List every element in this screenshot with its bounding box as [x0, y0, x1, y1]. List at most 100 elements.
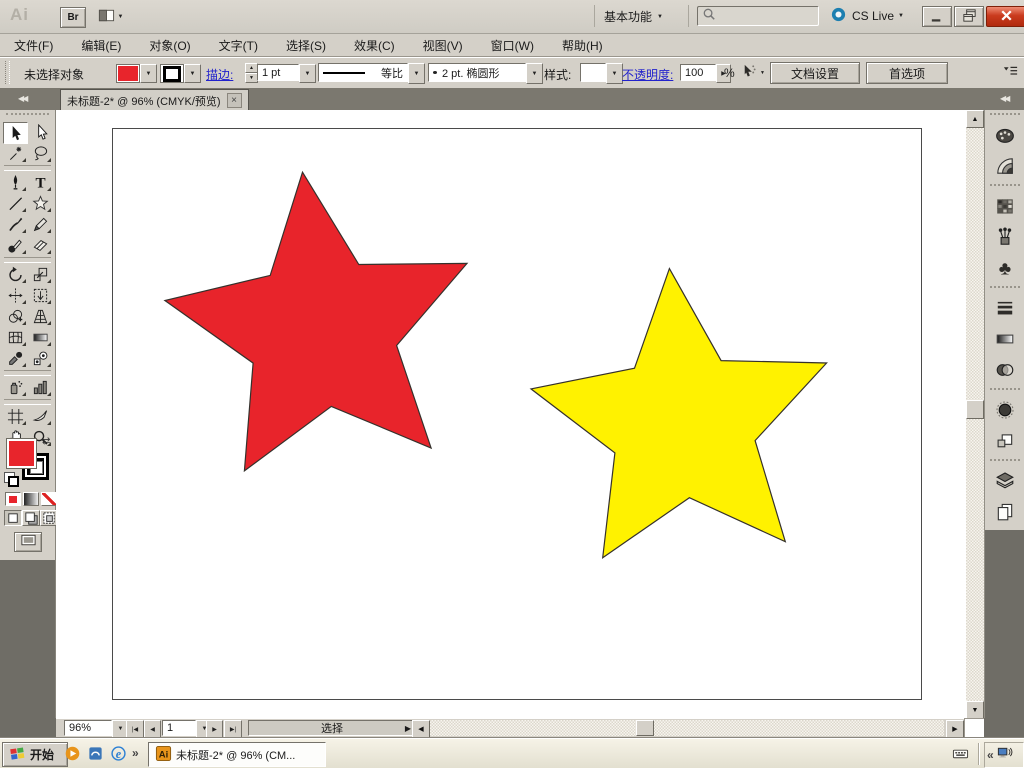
line-segment-tool[interactable]	[4, 193, 27, 213]
vertical-scroll-thumb[interactable]	[966, 400, 984, 419]
color-panel-button[interactable]	[990, 120, 1020, 150]
gradient-mode-button[interactable]	[23, 492, 39, 506]
select-similar-icon[interactable]	[740, 63, 757, 83]
toolbox-gripper[interactable]	[6, 113, 49, 118]
menu-item-3[interactable]: 文字(T)	[205, 34, 272, 56]
last-artboard-button[interactable]: ▶|	[224, 720, 242, 738]
pen-tool[interactable]	[4, 172, 27, 192]
start-button[interactable]: 开始	[2, 742, 68, 767]
toolbox-collapse-icon[interactable]: ◀◀	[18, 94, 28, 103]
lasso-tool[interactable]	[29, 143, 52, 163]
internet-explorer-icon[interactable]: e	[110, 745, 127, 765]
width-tool[interactable]	[4, 285, 27, 305]
swatches-panel-button[interactable]	[990, 191, 1020, 221]
artboard-tool[interactable]	[4, 406, 27, 426]
artboard-number-field[interactable]: 1	[162, 720, 196, 736]
dock-collapse-icon[interactable]: ◀◀	[1000, 94, 1010, 103]
fill-color-dropdown[interactable]: ▼	[140, 64, 157, 83]
input-method-icon[interactable]	[952, 745, 969, 765]
symbol-sprayer-tool[interactable]	[4, 377, 27, 397]
menu-item-0[interactable]: 文件(F)	[0, 34, 67, 56]
menu-item-5[interactable]: 效果(C)	[340, 34, 409, 56]
stroke-profile-field[interactable]: 等比	[318, 63, 408, 82]
free-transform-tool[interactable]	[29, 285, 52, 305]
menu-item-4[interactable]: 选择(S)	[272, 34, 340, 56]
pencil-tool[interactable]	[29, 214, 52, 234]
horizontal-scrollbar[interactable]	[430, 720, 944, 736]
horizontal-scroll-thumb[interactable]	[636, 720, 654, 736]
yellow-star[interactable]	[529, 267, 828, 559]
zoom-level-field[interactable]: 96%	[64, 720, 112, 736]
paintbrush-tool[interactable]	[4, 214, 27, 234]
menu-item-2[interactable]: 对象(O)	[135, 34, 204, 56]
shape-builder-tool[interactable]	[4, 306, 27, 326]
bridge-button[interactable]: Br	[60, 7, 86, 28]
arrange-documents-button[interactable]: ▼	[92, 7, 132, 26]
draw-behind-button[interactable]	[22, 510, 40, 526]
magic-wand-tool[interactable]	[4, 143, 27, 163]
menu-item-8[interactable]: 帮助(H)	[548, 34, 617, 56]
color-mode-button[interactable]	[5, 492, 21, 506]
search-input[interactable]	[718, 9, 812, 23]
menu-item-1[interactable]: 编辑(E)	[67, 34, 135, 56]
stroke-width-dropdown[interactable]: ▼	[299, 64, 316, 83]
close-button[interactable]	[986, 6, 1024, 27]
color-guide-panel-button[interactable]	[990, 151, 1020, 181]
fill-color-swatch[interactable]	[116, 64, 140, 83]
stroke-color-dropdown[interactable]: ▼	[184, 64, 201, 83]
star-tool[interactable]	[29, 193, 52, 213]
style-dropdown[interactable]: ▼	[606, 63, 623, 84]
gradient-panel-button[interactable]	[990, 324, 1020, 354]
graphic-styles-panel-button[interactable]	[990, 426, 1020, 456]
panel-gripper[interactable]	[5, 61, 10, 84]
document-setup-button[interactable]: 文档设置	[770, 62, 860, 84]
screen-mode-button[interactable]	[14, 532, 42, 552]
document-tab-close-icon[interactable]: ×	[226, 93, 242, 108]
eraser-tool[interactable]	[29, 235, 52, 255]
fill-proxy[interactable]	[6, 438, 37, 469]
stroke-width-field[interactable]: 1 pt	[257, 64, 299, 81]
menu-item-6[interactable]: 视图(V)	[409, 34, 477, 56]
workspace-switcher[interactable]: 基本功能 ▼	[604, 7, 668, 26]
scale-tool[interactable]	[29, 264, 52, 284]
stroke-panel-button[interactable]	[990, 293, 1020, 323]
rotate-tool[interactable]	[4, 264, 27, 284]
msn-icon[interactable]	[87, 745, 104, 765]
media-player-icon[interactable]	[64, 745, 81, 765]
opacity-panel-link[interactable]: 不透明度:	[622, 66, 673, 83]
none-mode-button[interactable]	[41, 492, 57, 506]
draw-normal-button[interactable]	[4, 510, 22, 526]
quick-launch-overflow-icon[interactable]: »	[132, 746, 139, 760]
red-star[interactable]	[163, 170, 469, 473]
previous-artboard-button[interactable]: ◀	[144, 720, 161, 738]
tray-chevron-icon[interactable]: «	[987, 748, 994, 762]
selection-tool[interactable]	[2, 122, 28, 144]
type-tool[interactable]: T	[29, 172, 52, 192]
perspective-grid-tool[interactable]	[29, 306, 52, 326]
mesh-tool[interactable]	[4, 327, 27, 347]
stroke-panel-link[interactable]: 描边:	[206, 66, 233, 83]
canvas-area[interactable]	[56, 110, 966, 718]
menu-item-7[interactable]: 窗口(W)	[477, 34, 548, 56]
scroll-down-button[interactable]: ▼	[966, 701, 984, 719]
next-artboard-button[interactable]: ▶	[206, 720, 223, 738]
blend-tool[interactable]	[29, 348, 52, 368]
status-expand-icon[interactable]: ▶	[405, 724, 411, 733]
preferences-button[interactable]: 首选项	[866, 62, 948, 84]
direct-selection-tool[interactable]	[30, 122, 53, 142]
network-status-icon[interactable]	[996, 745, 1013, 765]
eyedropper-tool[interactable]	[4, 348, 27, 368]
vertical-scrollbar[interactable]: ▲ ▼	[966, 110, 984, 719]
swap-fill-stroke-icon[interactable]: ⇄	[42, 436, 50, 447]
scroll-up-button[interactable]: ▲	[966, 110, 984, 128]
control-panel-menu-icon[interactable]	[1002, 63, 1019, 83]
opacity-field[interactable]: 100	[680, 64, 716, 81]
style-field[interactable]	[580, 63, 606, 82]
cs-live-button[interactable]: CS Live ▼	[830, 6, 908, 25]
artboards-panel-button[interactable]	[990, 497, 1020, 527]
stroke-color-swatch[interactable]	[160, 64, 184, 83]
restore-button[interactable]	[954, 6, 984, 27]
search-box[interactable]	[697, 6, 819, 26]
symbols-panel-button[interactable]: ♣	[990, 253, 1020, 283]
transparency-panel-button[interactable]	[990, 355, 1020, 385]
